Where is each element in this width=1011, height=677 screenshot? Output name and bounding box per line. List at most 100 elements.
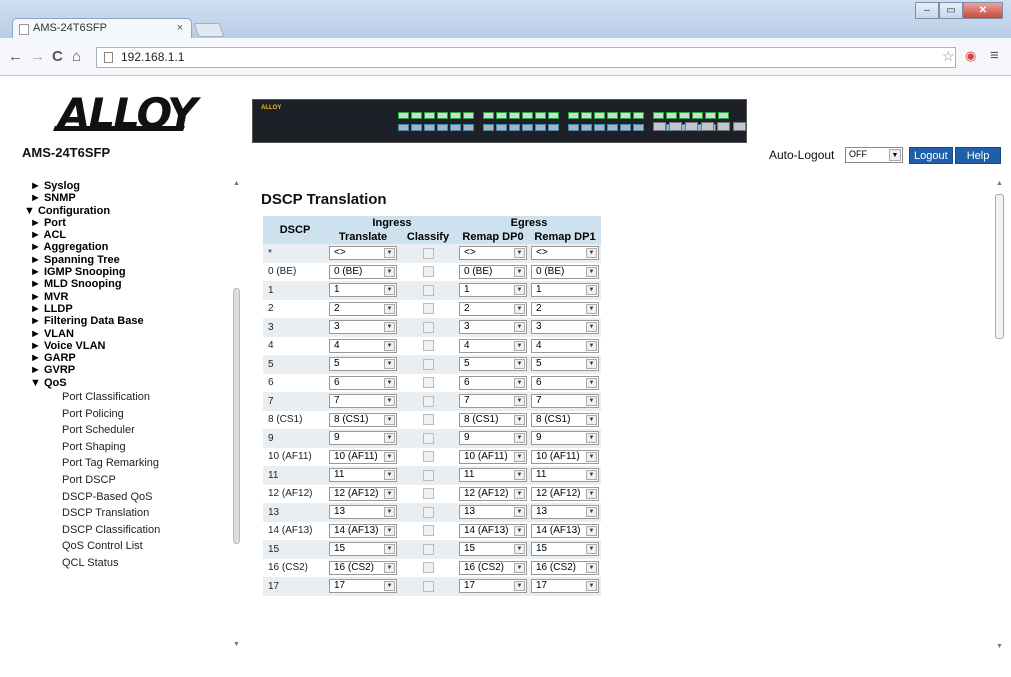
translate-select[interactable]: 14 (AF13) ▼ bbox=[329, 523, 397, 538]
remap-dp0-select[interactable]: 4 ▼ bbox=[459, 338, 527, 353]
sidebar-item[interactable]: ► IGMP Snooping bbox=[22, 266, 230, 278]
remap-dp1-select[interactable]: 0 (BE) ▼ bbox=[531, 264, 599, 279]
remap-dp1-select[interactable]: 2 ▼ bbox=[531, 301, 599, 316]
remap-dp0-select[interactable]: 1 ▼ bbox=[459, 283, 527, 298]
sidebar-item[interactable]: ► Voice VLAN bbox=[22, 340, 230, 352]
translate-select[interactable]: <> ▼ bbox=[329, 246, 397, 261]
remap-dp0-select[interactable]: 14 (AF13) ▼ bbox=[459, 523, 527, 538]
sidebar-item[interactable]: ▼ QoS bbox=[22, 377, 230, 389]
sidebar-item[interactable]: ► MLD Snooping bbox=[22, 278, 230, 290]
sidebar-item[interactable]: ► GARP bbox=[22, 352, 230, 364]
classify-checkbox[interactable] bbox=[422, 469, 434, 481]
scroll-up-icon[interactable]: ▲ bbox=[996, 180, 1003, 187]
sidebar-item[interactable]: Port Shaping bbox=[22, 439, 230, 456]
sidebar-item[interactable]: Port Classification bbox=[22, 389, 230, 406]
translate-select[interactable]: 8 (CS1) ▼ bbox=[329, 412, 397, 427]
bookmark-star-icon[interactable]: ☆ bbox=[942, 48, 955, 65]
translate-select[interactable]: 5 ▼ bbox=[329, 357, 397, 372]
translate-select[interactable]: 11 ▼ bbox=[329, 468, 397, 483]
remap-dp1-select[interactable]: 12 (AF12) ▼ bbox=[531, 486, 599, 501]
classify-checkbox[interactable] bbox=[422, 543, 434, 555]
classify-checkbox[interactable] bbox=[422, 247, 434, 259]
remap-dp0-select[interactable]: 8 (CS1) ▼ bbox=[459, 412, 527, 427]
classify-checkbox[interactable] bbox=[422, 525, 434, 537]
sidebar-item[interactable]: Port DSCP bbox=[22, 472, 230, 489]
main-scrollbar[interactable]: ▲ ▼ bbox=[993, 180, 1007, 650]
remap-dp1-select[interactable]: <> ▼ bbox=[531, 246, 599, 261]
translate-select[interactable]: 15 ▼ bbox=[329, 542, 397, 557]
scroll-up-icon[interactable]: ▲ bbox=[233, 180, 240, 187]
translate-select[interactable]: 6 ▼ bbox=[329, 375, 397, 390]
sidebar-item[interactable]: ▼ Configuration bbox=[22, 205, 230, 217]
sidebar-item[interactable]: QCL Status bbox=[22, 555, 230, 572]
translate-select[interactable]: 3 ▼ bbox=[329, 320, 397, 335]
remap-dp1-select[interactable]: 11 ▼ bbox=[531, 468, 599, 483]
sidebar-item[interactable]: ► Port bbox=[22, 217, 230, 229]
translate-select[interactable]: 17 ▼ bbox=[329, 579, 397, 594]
minimize-button[interactable]: – bbox=[915, 2, 939, 19]
logout-button[interactable]: Logout bbox=[909, 147, 953, 164]
remap-dp1-select[interactable]: 14 (AF13) ▼ bbox=[531, 523, 599, 538]
new-tab-button[interactable] bbox=[193, 23, 225, 37]
classify-checkbox[interactable] bbox=[422, 321, 434, 333]
classify-checkbox[interactable] bbox=[422, 266, 434, 278]
reload-icon[interactable]: C bbox=[52, 48, 63, 65]
remap-dp0-select[interactable]: 13 ▼ bbox=[459, 505, 527, 520]
extension-icon[interactable]: ◉ bbox=[965, 48, 976, 64]
sidebar-item[interactable]: ► MVR bbox=[22, 291, 230, 303]
classify-checkbox[interactable] bbox=[422, 488, 434, 500]
classify-checkbox[interactable] bbox=[422, 506, 434, 518]
classify-checkbox[interactable] bbox=[422, 358, 434, 370]
remap-dp0-select[interactable]: 16 (CS2) ▼ bbox=[459, 560, 527, 575]
sidebar-item[interactable]: ► SNMP bbox=[22, 192, 230, 204]
remap-dp1-select[interactable]: 7 ▼ bbox=[531, 394, 599, 409]
remap-dp1-select[interactable]: 15 ▼ bbox=[531, 542, 599, 557]
tab-close-icon[interactable]: × bbox=[177, 22, 183, 34]
classify-checkbox[interactable] bbox=[422, 303, 434, 315]
sidebar-item[interactable]: DSCP Classification bbox=[22, 522, 230, 539]
remap-dp0-select[interactable]: 17 ▼ bbox=[459, 579, 527, 594]
translate-select[interactable]: 0 (BE) ▼ bbox=[329, 264, 397, 279]
back-icon[interactable]: ← bbox=[8, 48, 23, 65]
sidebar-item[interactable]: ► VLAN bbox=[22, 328, 230, 340]
remap-dp0-select[interactable]: 15 ▼ bbox=[459, 542, 527, 557]
sidebar-scrollbar[interactable]: ▲ ▼ bbox=[232, 180, 242, 648]
translate-select[interactable]: 13 ▼ bbox=[329, 505, 397, 520]
remap-dp1-select[interactable]: 5 ▼ bbox=[531, 357, 599, 372]
classify-checkbox[interactable] bbox=[422, 432, 434, 444]
classify-checkbox[interactable] bbox=[422, 284, 434, 296]
remap-dp1-select[interactable]: 3 ▼ bbox=[531, 320, 599, 335]
remap-dp1-select[interactable]: 4 ▼ bbox=[531, 338, 599, 353]
remap-dp1-select[interactable]: 10 (AF11) ▼ bbox=[531, 449, 599, 464]
auto-logout-select[interactable]: OFF ▼ bbox=[845, 147, 903, 163]
remap-dp0-select[interactable]: 7 ▼ bbox=[459, 394, 527, 409]
translate-select[interactable]: 9 ▼ bbox=[329, 431, 397, 446]
remap-dp0-select[interactable]: 11 ▼ bbox=[459, 468, 527, 483]
scrollbar-thumb[interactable] bbox=[233, 288, 240, 544]
sidebar-item[interactable]: ► Aggregation bbox=[22, 241, 230, 253]
classify-checkbox[interactable] bbox=[422, 562, 434, 574]
translate-select[interactable]: 16 (CS2) ▼ bbox=[329, 560, 397, 575]
classify-checkbox[interactable] bbox=[422, 451, 434, 463]
sidebar-item[interactable]: DSCP Translation bbox=[22, 505, 230, 522]
sidebar-item[interactable]: ► Filtering Data Base bbox=[22, 315, 230, 327]
translate-select[interactable]: 12 (AF12) ▼ bbox=[329, 486, 397, 501]
classify-checkbox[interactable] bbox=[422, 377, 434, 389]
sidebar-item[interactable]: Port Tag Remarking bbox=[22, 455, 230, 472]
translate-select[interactable]: 1 ▼ bbox=[329, 283, 397, 298]
address-bar[interactable]: 192.168.1.1 bbox=[96, 47, 956, 68]
sidebar-item[interactable]: DSCP-Based QoS bbox=[22, 489, 230, 506]
sidebar-item[interactable]: ► ACL bbox=[22, 229, 230, 241]
maximize-button[interactable]: ▭ bbox=[939, 2, 963, 19]
sidebar-item[interactable]: ► GVRP bbox=[22, 364, 230, 376]
scroll-down-icon[interactable]: ▼ bbox=[233, 641, 240, 648]
remap-dp0-select[interactable]: 12 (AF12) ▼ bbox=[459, 486, 527, 501]
remap-dp0-select[interactable]: 2 ▼ bbox=[459, 301, 527, 316]
sidebar-item[interactable]: ► LLDP bbox=[22, 303, 230, 315]
remap-dp1-select[interactable]: 8 (CS1) ▼ bbox=[531, 412, 599, 427]
remap-dp0-select[interactable]: 5 ▼ bbox=[459, 357, 527, 372]
close-window-button[interactable]: ✕ bbox=[963, 2, 1003, 19]
sidebar-item[interactable]: QoS Control List bbox=[22, 538, 230, 555]
remap-dp0-select[interactable]: 3 ▼ bbox=[459, 320, 527, 335]
forward-icon[interactable]: → bbox=[30, 48, 45, 65]
